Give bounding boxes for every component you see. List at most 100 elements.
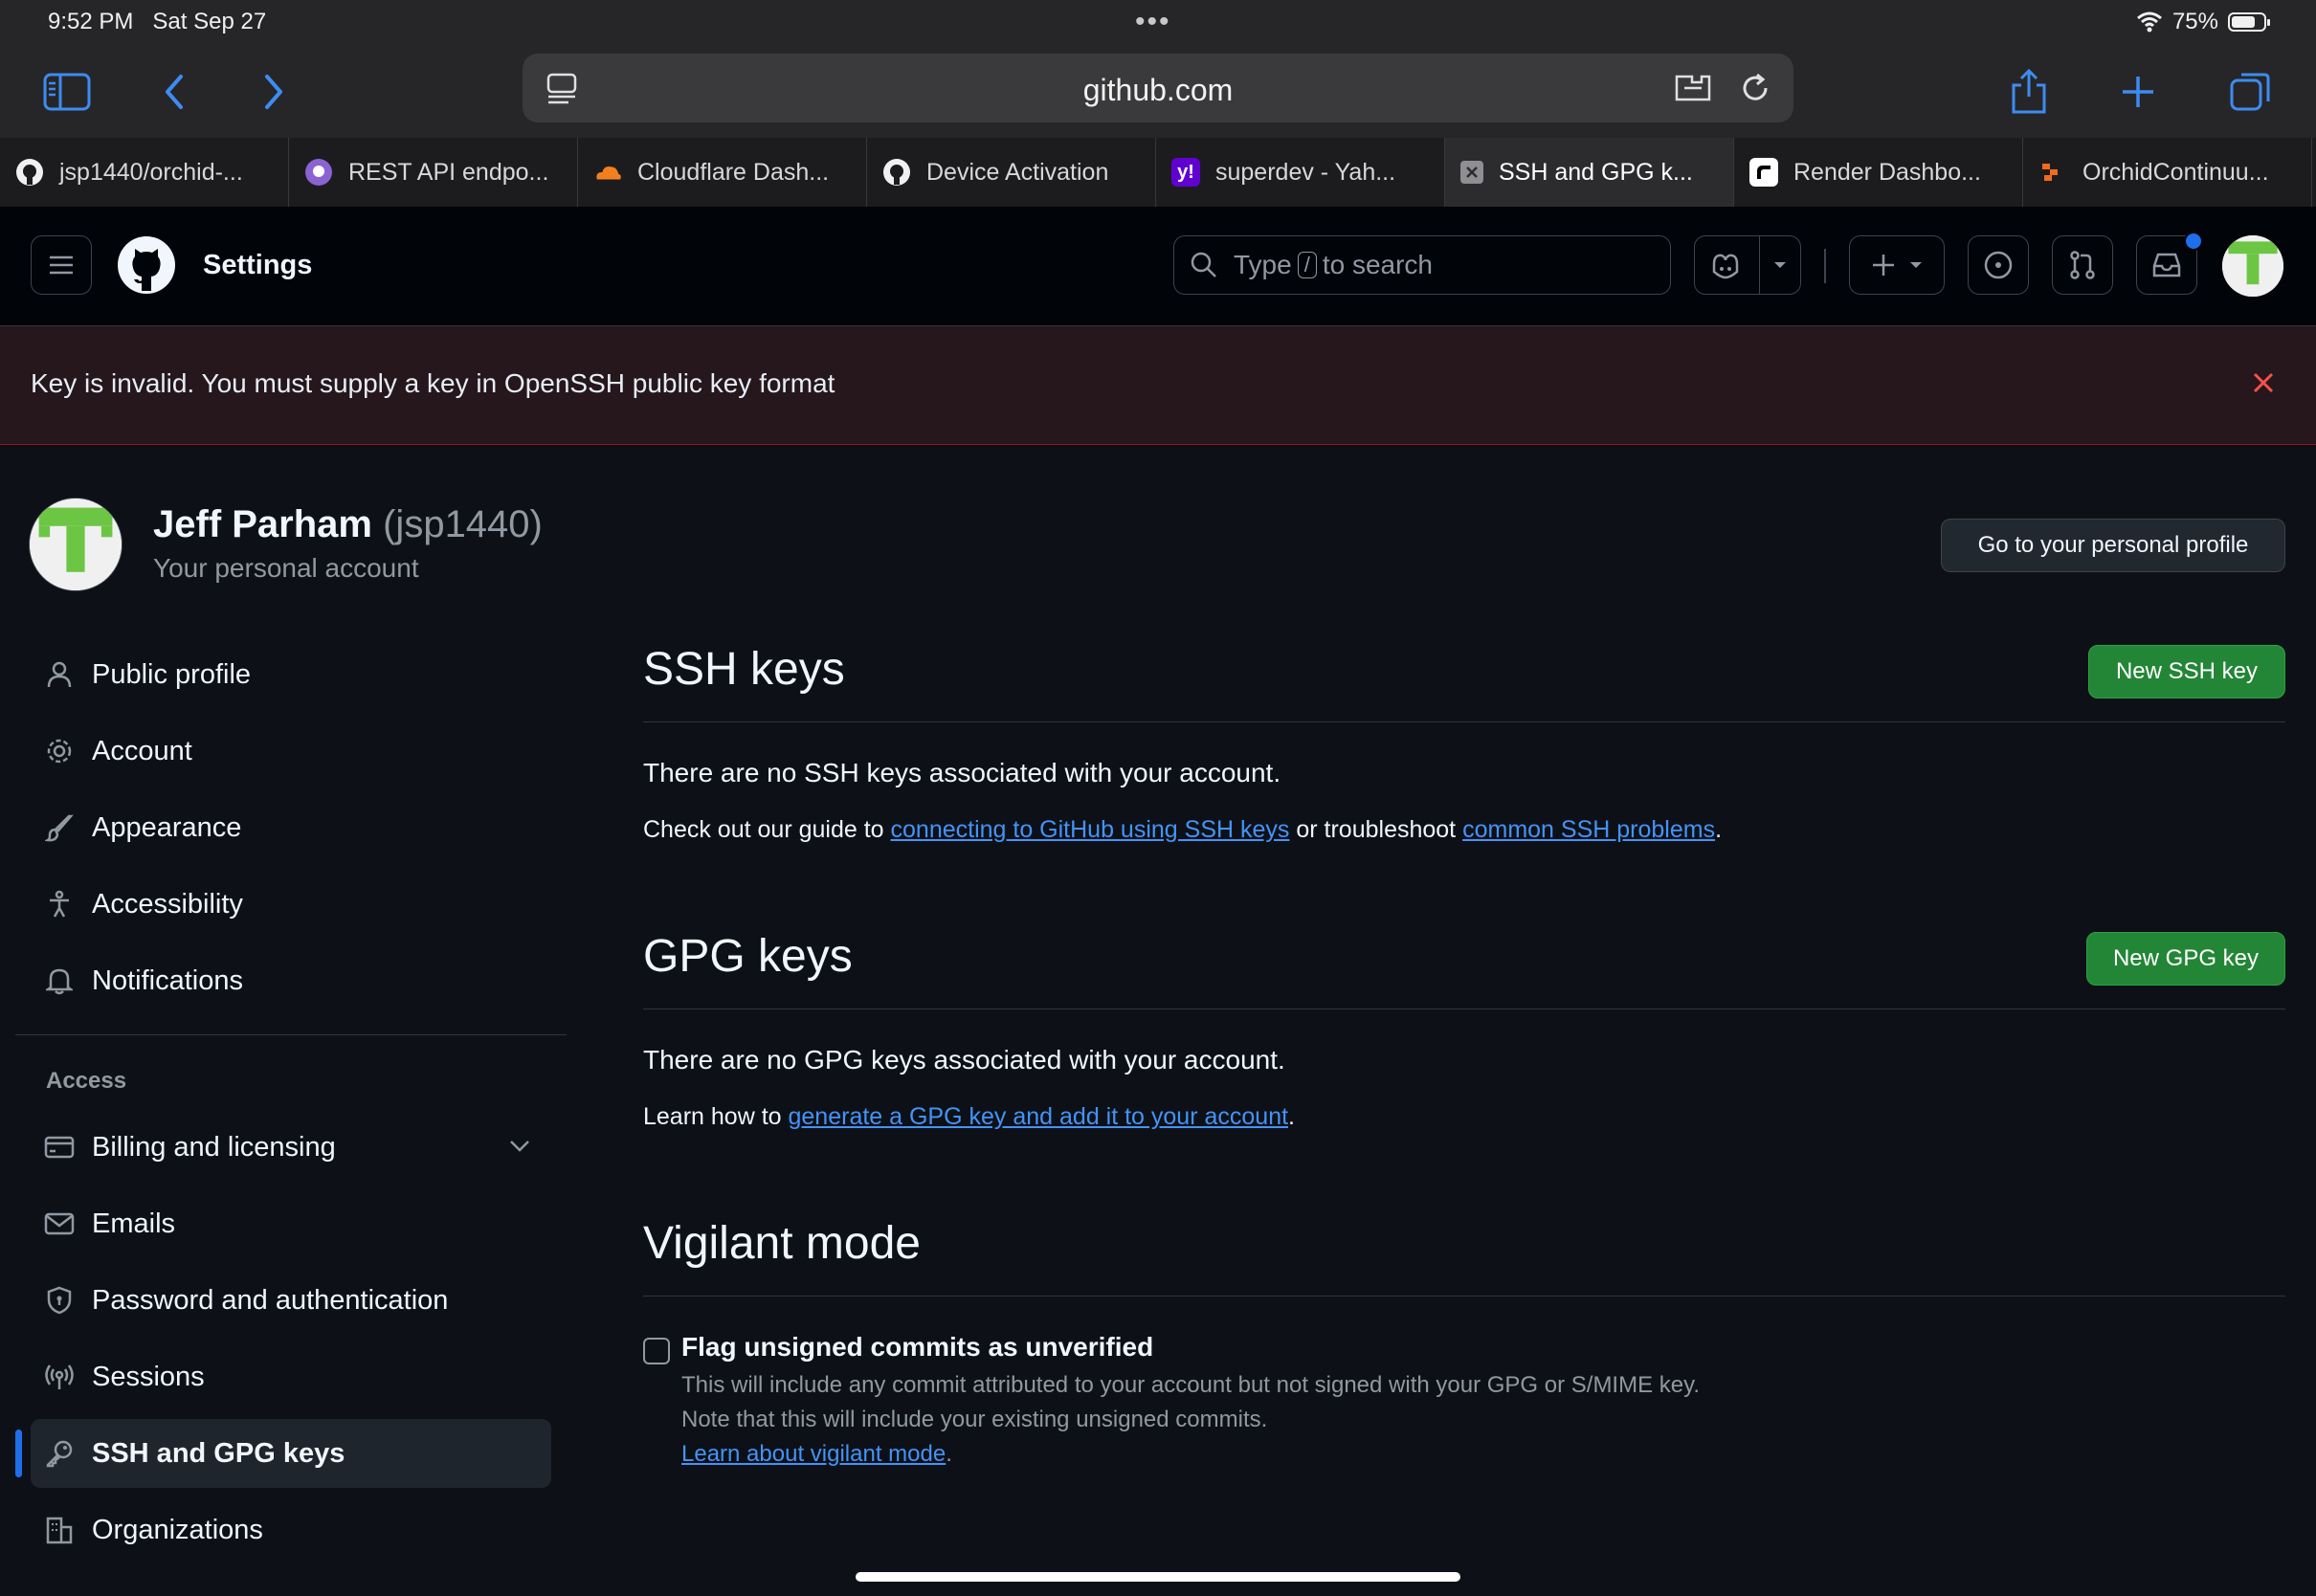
browser-tab[interactable]: y! superdev - Yah... — [1156, 138, 1445, 207]
gpg-empty-text: There are no GPG keys associated with yo… — [643, 1045, 1285, 1075]
browser-toolbar: github.com — [0, 46, 2316, 138]
reload-icon[interactable] — [1738, 71, 1772, 105]
create-new-button[interactable] — [1849, 235, 1945, 295]
sidebar-item-label: Billing and licensing — [92, 1131, 336, 1163]
sidebar-item-organizations[interactable]: Organizations — [31, 1496, 551, 1564]
search-input[interactable]: Type / to search — [1173, 235, 1671, 295]
vigilant-learn: Learn about vigilant mode. — [681, 1441, 952, 1467]
sidebar-item-label: Organizations — [92, 1514, 263, 1545]
ssh-guide-text: Check out our guide to connecting to Git… — [643, 816, 1723, 843]
profile-name: Jeff Parham (jsp1440) — [153, 503, 543, 545]
shield-icon — [44, 1285, 75, 1316]
vigilant-mode-label[interactable]: Flag unsigned commits as unverified — [681, 1332, 1153, 1363]
status-bar: 9:52 PM Sat Sep 27 ••• 75% — [0, 0, 2316, 46]
extension-icon[interactable] — [1673, 71, 1713, 105]
battery-percent: 75% — [2171, 9, 2218, 34]
home-indicator[interactable] — [856, 1572, 1460, 1582]
vigilant-desc-2: Note that this will include your existin… — [681, 1407, 1268, 1432]
chevron-down-icon[interactable] — [509, 1140, 530, 1153]
paintbrush-icon — [44, 812, 75, 843]
avatar[interactable] — [2222, 235, 2283, 297]
tab-bar: jsp1440/orchid-... REST API endpo... Clo… — [0, 138, 2316, 207]
address-bar[interactable]: github.com — [523, 54, 1793, 122]
chevron-down-icon — [1910, 262, 1922, 268]
vigilant-mode-checkbox[interactable] — [643, 1338, 670, 1364]
menu-icon — [50, 255, 73, 275]
sidebar-toggle-icon[interactable] — [38, 63, 96, 121]
browser-tab[interactable]: OrchidContinuu... — [2023, 138, 2312, 207]
ssh-divider — [643, 721, 2285, 722]
ellipsis-icon[interactable]: ••• — [1135, 6, 1171, 38]
profile-avatar[interactable] — [29, 498, 122, 591]
sidebar-item-password-and-authentication[interactable]: Password and authentication — [31, 1266, 551, 1335]
copilot-button[interactable] — [1694, 235, 1801, 295]
github-header: Settings Type / to search — [0, 207, 2316, 326]
go-to-profile-button[interactable]: Go to your personal profile — [1941, 519, 2285, 572]
ssh-guide-link[interactable]: connecting to GitHub using SSH keys — [891, 816, 1290, 843]
issues-button[interactable] — [1968, 235, 2029, 295]
sidebar-item-account[interactable]: Account — [31, 717, 551, 786]
page-title: Settings — [203, 250, 313, 280]
sidebar-item-emails[interactable]: Emails — [31, 1189, 551, 1258]
selected-indicator — [15, 1430, 22, 1477]
sidebar-item-ssh-and-gpg-keys[interactable]: SSH and GPG keys — [31, 1419, 551, 1488]
tab-title: Device Activation — [926, 158, 1109, 186]
wifi-icon — [2136, 11, 2162, 33]
pull-requests-button[interactable] — [2052, 235, 2113, 295]
share-icon[interactable] — [2000, 63, 2058, 121]
github-icon — [15, 158, 44, 187]
new-tab-icon[interactable] — [2109, 63, 2167, 121]
search-icon — [1191, 252, 1216, 277]
tab-title: OrchidContinuu... — [2082, 158, 2269, 186]
pull-request-icon — [2070, 251, 2095, 279]
browser-tab-active[interactable]: SSH and GPG k... — [1445, 138, 1734, 207]
new-gpg-key-button[interactable]: New GPG key — [2086, 932, 2285, 986]
browser-tab[interactable]: Cloudflare Dash... — [578, 138, 867, 207]
vigilant-desc-1: This will include any commit attributed … — [681, 1372, 1701, 1398]
new-ssh-key-button[interactable]: New SSH key — [2088, 645, 2285, 698]
sidebar-item-label: Account — [92, 735, 192, 766]
search-placeholder-suffix: to search — [1322, 250, 1433, 279]
sidebar-item-label: Sessions — [92, 1361, 205, 1392]
tab-overview-icon[interactable] — [2222, 63, 2280, 121]
forward-icon[interactable] — [245, 63, 302, 121]
browser-tab[interactable]: Device Activation — [867, 138, 1156, 207]
plus-icon — [1873, 255, 1894, 276]
sidebar-item-public-profile[interactable]: Public profile — [31, 640, 551, 709]
gpg-generate-link[interactable]: generate a GPG key and add it to your ac… — [789, 1103, 1289, 1130]
browser-tab[interactable]: REST API endpo... — [289, 138, 578, 207]
sidebar-item-label: Notifications — [92, 964, 243, 996]
browser-tab[interactable]: Render Dashbo... — [1734, 138, 2023, 207]
status-time: 9:52 PM Sat Sep 27 — [48, 9, 267, 34]
sidebar-item-billing[interactable]: Billing and licensing — [31, 1113, 551, 1182]
hamburger-menu-button[interactable] — [31, 235, 92, 295]
mail-icon — [44, 1208, 75, 1239]
person-icon — [44, 659, 75, 690]
sidebar-item-notifications[interactable]: Notifications — [31, 946, 551, 1015]
close-tab-icon[interactable] — [1460, 161, 1483, 184]
profile-login: (jsp1440) — [383, 503, 543, 545]
sidebar-item-sessions[interactable]: Sessions — [31, 1342, 551, 1411]
sidebar-item-appearance[interactable]: Appearance — [31, 793, 551, 862]
tab-title: superdev - Yah... — [1215, 158, 1396, 186]
flash-message: Key is invalid. You must supply a key in… — [31, 368, 835, 398]
github-logo-icon[interactable] — [117, 235, 176, 295]
tab-title: SSH and GPG k... — [1499, 158, 1693, 186]
close-icon[interactable] — [2251, 370, 2276, 395]
tab-title: jsp1440/orchid-... — [59, 158, 243, 186]
back-icon[interactable] — [145, 63, 203, 121]
browser-tab[interactable]: jsp1440/orchid-... — [0, 138, 289, 207]
url-text: github.com — [1082, 73, 1234, 107]
gpg-keys-heading: GPG keys — [643, 931, 853, 982]
vigilant-learn-link[interactable]: Learn about vigilant mode — [681, 1441, 946, 1467]
render-icon — [1749, 158, 1778, 187]
sidebar-item-accessibility[interactable]: Accessibility — [31, 870, 551, 939]
sidebar-item-label: Emails — [92, 1208, 176, 1239]
yahoo-icon: y! — [1171, 158, 1200, 187]
gpg-learn-text: Learn how to generate a GPG key and add … — [643, 1103, 1295, 1130]
orchid-icon — [2038, 158, 2067, 187]
ssh-troubleshoot-link[interactable]: common SSH problems — [1462, 816, 1715, 843]
broadcast-icon — [44, 1362, 75, 1392]
sidebar-heading-access: Access — [46, 1068, 127, 1094]
accessibility-icon — [44, 889, 75, 920]
